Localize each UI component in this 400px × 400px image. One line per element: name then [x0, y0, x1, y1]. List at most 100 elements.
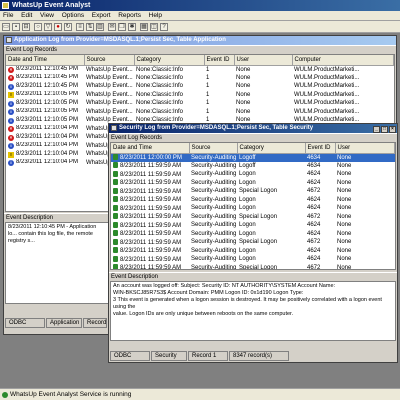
- close-button[interactable]: ×: [389, 126, 396, 133]
- table-row[interactable]: i 8/23/2011 12:10:05 PM WhatsUp Event... No…: [6, 99, 394, 108]
- cascade-icon[interactable]: ◫: [150, 23, 158, 31]
- cell-user: None: [236, 74, 251, 81]
- column-header[interactable]: User: [234, 55, 293, 66]
- cell-date-text: 8/23/2011 12:10:04 PM: [16, 125, 78, 132]
- cell-category: None:Classic:Info: [136, 66, 184, 73]
- security-records-label: Event Log Records: [109, 133, 397, 142]
- table-row[interactable]: 8/23/2011 11:59:59 AM Security-Auditing Lo…: [111, 255, 395, 264]
- table-row[interactable]: 8/23/2011 11:59:59 AM Security-Auditing Lo…: [111, 196, 395, 205]
- cell-date-text: 8/23/2011 12:10:05 PM: [16, 108, 78, 115]
- table-row[interactable]: 8/23/2011 11:59:59 AM Security-Auditing Lo…: [111, 221, 395, 230]
- application-log-title-bar[interactable]: Application Log from Provider=MSDASQL.1;…: [4, 36, 396, 45]
- copy-icon[interactable]: ❐: [118, 23, 126, 31]
- cell-user: None: [236, 66, 251, 73]
- cell-category: Logon: [239, 179, 256, 186]
- cell-category: Logon: [239, 196, 256, 203]
- column-header[interactable]: Source: [189, 143, 238, 154]
- sort-icon[interactable]: ⇅: [86, 23, 94, 31]
- toolbar: ▭ ▪ ⊟ ○ ▽ ● ↻ ≡ ⇅ ▥ ✉ ❐ ✱ ▦ ◫ ?: [0, 21, 400, 33]
- table-row[interactable]: 8/23/2011 12:00:00 PM Security-Auditing Lo…: [111, 153, 395, 162]
- cell-category: Logon: [239, 222, 256, 229]
- column-header[interactable]: Date and Time: [6, 55, 85, 66]
- table-row[interactable]: 8/23/2011 11:59:59 AM Security-Auditing Lo…: [111, 170, 395, 179]
- column-header[interactable]: Source: [84, 55, 135, 66]
- table-row[interactable]: i 8/23/2011 12:10:45 PM WhatsUp Event... No…: [6, 82, 394, 91]
- table-row[interactable]: ! 8/23/2011 12:10:05 PM WhatsUp Event... No…: [6, 91, 394, 100]
- save-icon[interactable]: ▪: [12, 23, 20, 31]
- security-grid-header: Date and Time Source Category Event ID User: [111, 143, 395, 154]
- chart-icon[interactable]: ▥: [96, 23, 104, 31]
- table-row[interactable]: 8/23/2011 11:59:59 AM Security-Auditing Lo…: [111, 204, 395, 213]
- cell-id: 1: [206, 91, 210, 98]
- cell-date-text: 8/23/2011 12:10:45 PM: [16, 82, 78, 89]
- stop-icon[interactable]: ●: [54, 23, 62, 31]
- cell-user: None: [236, 83, 251, 90]
- cell-source: WhatsUp Event...: [86, 83, 133, 90]
- table-row[interactable]: 8/23/2011 11:59:59 AM Security-Auditing Sp…: [111, 213, 395, 222]
- table-row[interactable]: 8/23/2011 11:59:59 AM Security-Auditing Lo…: [111, 247, 395, 256]
- column-header[interactable]: Category: [134, 55, 205, 66]
- cell-source: Security-Auditing: [191, 264, 237, 270]
- column-header[interactable]: Date and Time: [111, 143, 190, 154]
- lock-icon: [113, 247, 118, 254]
- column-header[interactable]: Category: [237, 143, 306, 154]
- tile-icon[interactable]: ▦: [140, 23, 148, 31]
- app-status-text: WhatsUp Event Analyst Service is running: [10, 391, 132, 398]
- table-row[interactable]: 8/23/2011 11:59:59 AM Security-Auditing Sp…: [111, 187, 395, 196]
- error-icon: ×: [8, 67, 14, 73]
- menu-edit[interactable]: Edit: [18, 11, 35, 21]
- cell-date: 8/23/2011 11:59:59 AM: [111, 255, 189, 264]
- application-records-label: Event Log Records: [4, 45, 396, 54]
- cell-date: i 8/23/2011 12:10:05 PM: [6, 99, 84, 108]
- filter-icon[interactable]: ▽: [44, 23, 52, 31]
- properties-icon[interactable]: ≡: [76, 23, 84, 31]
- table-row[interactable]: 8/23/2011 11:59:59 AM Security-Auditing Sp…: [111, 238, 395, 247]
- column-header[interactable]: User: [335, 143, 395, 154]
- table-row[interactable]: 8/23/2011 11:59:59 AM Security-Auditing Sp…: [111, 264, 395, 270]
- cell-category: None:Classic:Info: [136, 108, 184, 115]
- security-records-grid[interactable]: Date and Time Source Category Event ID User …: [110, 142, 396, 270]
- search-icon[interactable]: ○: [34, 23, 42, 31]
- table-row[interactable]: 8/23/2011 11:59:59 AM Security-Auditing Lo…: [111, 230, 395, 239]
- cell-date-text: 8/23/2011 12:10:45 PM: [16, 66, 78, 72]
- menu-export[interactable]: Export: [89, 11, 114, 21]
- cell-category: None:Classic:Info: [136, 74, 184, 81]
- column-header[interactable]: Event ID: [305, 143, 336, 154]
- email-icon[interactable]: ✉: [108, 23, 116, 31]
- cell-id: 4634: [305, 153, 335, 162]
- menu-view[interactable]: View: [37, 11, 57, 21]
- cell-date: 8/23/2011 11:59:59 AM: [111, 162, 189, 171]
- cell-id: 1: [206, 100, 210, 107]
- folder-open-icon[interactable]: ▭: [2, 23, 10, 31]
- column-header[interactable]: Event ID: [204, 55, 235, 66]
- menu-help[interactable]: Help: [146, 11, 165, 21]
- table-row[interactable]: × 8/23/2011 12:10:45 PM WhatsUp Event... No…: [6, 65, 394, 74]
- table-row[interactable]: 8/23/2011 11:59:59 AM Security-Auditing Lo…: [111, 162, 395, 171]
- window-icon: [6, 37, 12, 43]
- cell-date: 8/23/2011 11:59:59 AM: [111, 247, 189, 256]
- refresh-icon[interactable]: ↻: [64, 23, 72, 31]
- security-log-title: Security Log from Provider=MSDASQL.1;Per…: [119, 125, 314, 131]
- column-header[interactable]: Computer: [292, 55, 394, 66]
- minimize-button[interactable]: _: [373, 126, 380, 133]
- cell-user: None: [337, 247, 352, 254]
- print-icon[interactable]: ⊟: [22, 23, 30, 31]
- security-log-window[interactable]: Security Log from Provider=MSDASQL.1;Per…: [108, 123, 398, 363]
- security-log-title-bar[interactable]: Security Log from Provider=MSDASQL.1;Per…: [109, 124, 397, 133]
- help-icon[interactable]: ?: [160, 23, 168, 31]
- cell-date: ! 8/23/2011 12:10:04 PM: [6, 150, 84, 159]
- cell-user: None: [337, 205, 352, 212]
- table-row[interactable]: 8/23/2011 11:59:59 AM Security-Auditing Lo…: [111, 179, 395, 188]
- info-icon: i: [8, 109, 14, 116]
- maximize-button[interactable]: □: [381, 126, 388, 133]
- menu-file[interactable]: File: [0, 11, 16, 21]
- cell-source: Security-Auditing: [191, 256, 237, 263]
- menu-options[interactable]: Options: [59, 11, 87, 21]
- info-icon: i: [8, 160, 14, 167]
- table-row[interactable]: × 8/23/2011 12:10:45 PM WhatsUp Event... No…: [6, 74, 394, 83]
- cell-user: None: [236, 100, 251, 107]
- menu-reports[interactable]: Reports: [115, 11, 144, 21]
- cell-user: None: [337, 162, 352, 169]
- table-row[interactable]: i 8/23/2011 12:10:05 PM WhatsUp Event... No…: [6, 108, 394, 117]
- settings-icon[interactable]: ✱: [128, 23, 136, 31]
